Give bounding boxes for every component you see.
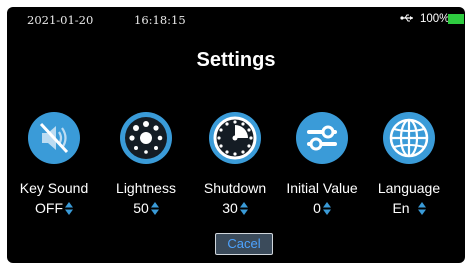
setting-value[interactable]: En xyxy=(364,200,454,216)
up-down-arrows-icon[interactable] xyxy=(65,201,73,215)
setting-value[interactable]: 0 xyxy=(277,200,367,216)
setting-language[interactable]: Language En xyxy=(364,111,454,216)
setting-label: Initial Value xyxy=(286,180,358,196)
setting-value-text: En xyxy=(392,200,410,216)
up-down-arrows-icon[interactable] xyxy=(150,201,159,215)
usb-icon xyxy=(400,14,413,22)
cancel-button[interactable]: Cacel xyxy=(215,233,273,255)
setting-value-text: 50 xyxy=(133,200,149,216)
setting-label: Key Sound xyxy=(19,180,89,196)
setting-lightness[interactable]: Lightness 50 xyxy=(101,111,191,216)
up-down-arrows-icon[interactable] xyxy=(239,201,248,215)
setting-label: Language xyxy=(377,180,441,196)
status-time: 16:18:15 xyxy=(134,13,186,27)
setting-value[interactable]: 50 xyxy=(101,200,191,216)
setting-value-text: 30 xyxy=(222,200,238,216)
status-date: 2021-01-20 xyxy=(27,13,94,27)
setting-value-text: OFF xyxy=(35,200,63,216)
sliders-icon[interactable] xyxy=(295,111,349,165)
setting-value-text: 0 xyxy=(313,200,321,216)
setting-initial-value[interactable]: Initial Value 0 xyxy=(277,111,367,216)
timer-icon[interactable] xyxy=(208,111,262,165)
setting-value[interactable]: OFF xyxy=(9,200,99,216)
setting-label: Lightness xyxy=(116,180,176,196)
globe-icon[interactable] xyxy=(382,111,436,165)
device-screen: 2021-01-20 16:18:15 100% Settings Key So… xyxy=(7,7,465,263)
page-title: Settings xyxy=(196,49,276,71)
setting-value[interactable]: 30 xyxy=(190,200,280,216)
up-down-arrows-icon[interactable] xyxy=(417,201,426,215)
setting-label: Shutdown xyxy=(203,180,267,196)
battery-icon xyxy=(448,14,464,24)
battery-percent: 100% xyxy=(420,13,450,25)
speaker-muted-icon[interactable] xyxy=(27,111,81,165)
up-down-arrows-icon[interactable] xyxy=(322,201,331,215)
status-bar: 2021-01-20 16:18:15 100% xyxy=(7,7,465,31)
setting-key-sound[interactable]: Key Sound OFF xyxy=(9,111,99,216)
brightness-dots-icon[interactable] xyxy=(119,111,173,165)
setting-shutdown[interactable]: Shutdown 30 xyxy=(190,111,280,216)
